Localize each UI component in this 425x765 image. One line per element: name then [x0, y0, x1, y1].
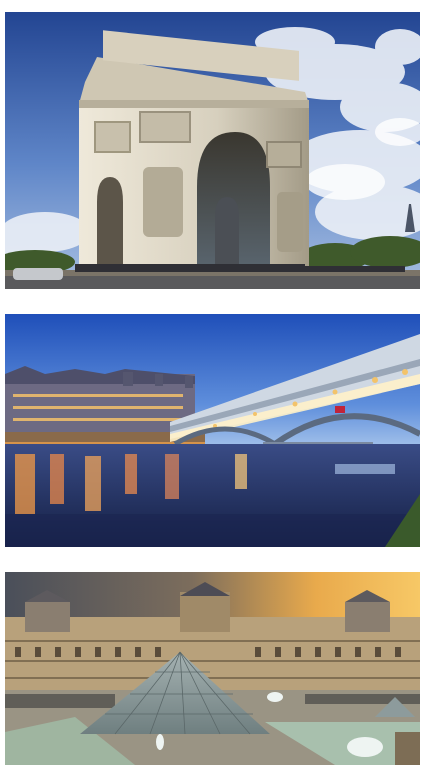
louvre-pyramid-image	[5, 572, 420, 765]
car	[13, 268, 63, 280]
photo-louvre-pyramid[interactable]	[5, 572, 420, 765]
arch-monument	[79, 30, 309, 272]
photo-arc-de-triomphe[interactable]	[5, 12, 420, 289]
photo-gallery	[0, 0, 425, 765]
road	[5, 274, 420, 289]
bridge-dusk-image	[5, 314, 420, 547]
metro-train-light	[335, 406, 345, 413]
statue-base	[395, 732, 420, 765]
arc-de-triomphe-image	[5, 12, 420, 289]
photo-bridge-dusk[interactable]	[5, 314, 420, 547]
